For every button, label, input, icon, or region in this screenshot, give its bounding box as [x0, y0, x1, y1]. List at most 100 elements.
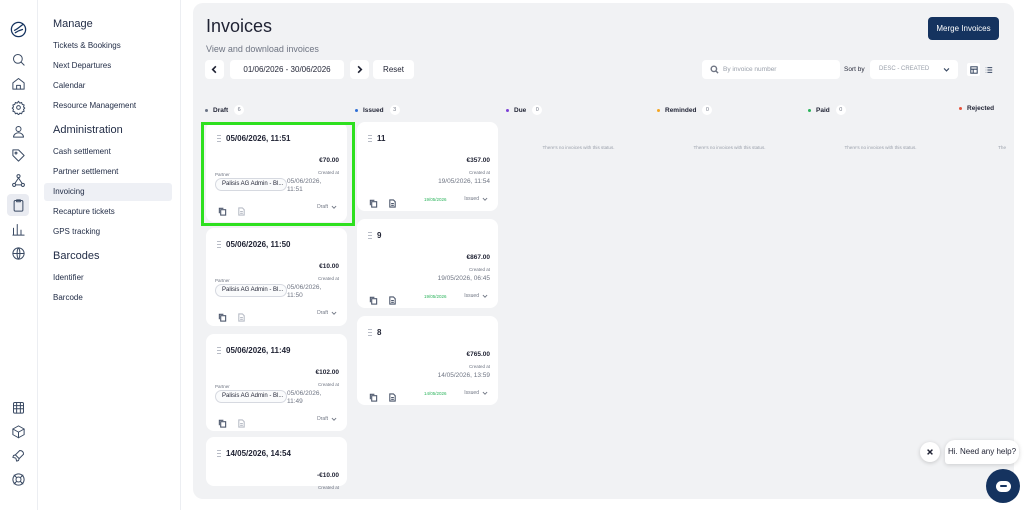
nav-item-recapture-tickets[interactable]: Recapture tickets — [44, 203, 172, 221]
empty-reminded: There's no invoices with this status. — [693, 145, 766, 150]
drag-handle-icon[interactable] — [368, 135, 372, 143]
invoice-amount: €10.00 — [319, 263, 339, 270]
reset-button[interactable]: Reset — [373, 60, 414, 79]
copy-icon[interactable] — [218, 415, 227, 428]
list-view-toggle[interactable] — [982, 63, 995, 76]
document-icon[interactable] — [237, 309, 246, 322]
status-dot — [808, 108, 811, 112]
copy-icon[interactable] — [369, 389, 378, 402]
copy-icon[interactable] — [369, 195, 378, 208]
merge-invoices-button[interactable]: Merge Invoices — [928, 17, 999, 40]
search-input[interactable] — [723, 62, 833, 77]
date-range-button[interactable]: 01/06/2026 - 30/06/2026 — [230, 60, 344, 79]
next-range-button[interactable] — [350, 60, 369, 79]
search-icon — [710, 65, 719, 74]
status-dot — [657, 108, 660, 112]
nav-item-partner-settlement[interactable]: Partner settlement — [44, 163, 172, 181]
chevron-down-icon — [331, 417, 337, 421]
drag-handle-icon[interactable] — [368, 329, 372, 337]
board-view-toggle[interactable] — [967, 63, 980, 76]
invoice-card[interactable]: 05/06/2026, 11:50 €10.00 Partner Created… — [206, 228, 347, 326]
created-date: 19/05/2026, 06:45 — [437, 275, 490, 282]
created-label: Created at — [317, 382, 339, 387]
partner-chip[interactable]: Palisis AG Admin - Bl... — [215, 284, 287, 297]
status-select[interactable]: Draft — [317, 310, 337, 316]
side-nav: Manage Tickets & Bookings Next Departure… — [38, 0, 181, 510]
column-title: Draft — [213, 106, 229, 114]
users-icon[interactable] — [9, 122, 27, 140]
created-label: Created at — [317, 485, 339, 490]
document-icon[interactable] — [388, 389, 397, 402]
status-select[interactable]: Issued — [464, 293, 488, 299]
globe-icon[interactable] — [9, 244, 27, 262]
created-date: 05/06/2026, — [287, 390, 322, 397]
nav-item-next-departures[interactable]: Next Departures — [44, 57, 172, 75]
copy-icon[interactable] — [218, 309, 227, 322]
document-icon[interactable] — [388, 195, 397, 208]
lifebuoy-icon[interactable] — [9, 470, 27, 488]
tag-icon[interactable] — [9, 146, 27, 164]
invoice-title: 9 — [377, 231, 382, 240]
close-help-button[interactable] — [920, 442, 940, 462]
calendar-grid-icon[interactable] — [9, 398, 27, 416]
chevron-left-icon — [211, 65, 217, 74]
logo-icon[interactable] — [7, 18, 29, 40]
invoice-card[interactable]: 05/06/2026, 11:49 €102.00 Partner Create… — [206, 334, 347, 431]
chevron-down-icon — [482, 391, 488, 395]
invoice-card[interactable]: 11 €357.00 Created at 19/05/2026, 11:54 … — [357, 122, 498, 211]
created-label: Created at — [468, 267, 490, 272]
invoice-card[interactable]: 14/05/2026, 14:54 -€10.00 Created at — [206, 437, 347, 490]
search-icon[interactable] — [9, 50, 27, 68]
nav-item-cash-settlement[interactable]: Cash settlement — [44, 143, 172, 161]
invoice-amount: €765.00 — [466, 351, 491, 358]
column-title: Paid — [816, 106, 830, 114]
invoice-title: 14/05/2026, 14:54 — [226, 449, 291, 458]
nav-item-barcode[interactable]: Barcode — [44, 289, 172, 307]
help-bubble[interactable]: Hi. Need any help? — [945, 440, 1019, 464]
nav-item-calendar[interactable]: Calendar — [44, 77, 172, 95]
nav-section-manage: Manage — [53, 18, 93, 30]
nav-item-gps-tracking[interactable]: GPS tracking — [44, 223, 172, 241]
invoice-search — [702, 60, 840, 79]
status-select[interactable]: Issued — [464, 196, 488, 202]
partner-chip[interactable]: Palisis AG Admin - Bl... — [215, 390, 287, 403]
nav-item-identifier[interactable]: Identifier — [44, 269, 172, 287]
chart-icon[interactable] — [9, 220, 27, 238]
column-rejected: Rejected — [959, 105, 994, 112]
rocket-icon[interactable] — [9, 446, 27, 464]
status-select[interactable]: Issued — [464, 390, 488, 396]
drag-handle-icon[interactable] — [217, 241, 221, 249]
invoice-title: 8 — [377, 328, 382, 337]
invoice-card[interactable]: 8 €765.00 Created at 14/05/2026, 13:59 1… — [357, 316, 498, 405]
drag-handle-icon[interactable] — [217, 450, 221, 458]
drag-handle-icon[interactable] — [368, 232, 372, 240]
status-dot — [506, 108, 509, 112]
nav-item-tickets-bookings[interactable]: Tickets & Bookings — [44, 37, 172, 55]
copy-icon[interactable] — [369, 292, 378, 305]
drag-handle-icon[interactable] — [217, 347, 221, 355]
column-count: 3 — [389, 105, 400, 115]
chevron-right-icon — [357, 65, 363, 74]
created-label: Created at — [317, 276, 339, 281]
settings-icon[interactable] — [9, 98, 27, 116]
box-icon[interactable] — [9, 422, 27, 440]
status-value: Issued — [464, 293, 479, 299]
document-icon[interactable] — [237, 415, 246, 428]
invoice-title: 05/06/2026, 11:49 — [226, 346, 291, 355]
nav-item-resource-management[interactable]: Resource Management — [44, 97, 172, 115]
sort-select[interactable]: DESC - CREATED — [870, 60, 958, 79]
nav-section-administration: Administration — [53, 124, 123, 136]
home-icon[interactable] — [9, 74, 27, 92]
close-icon — [927, 449, 933, 455]
network-icon[interactable] — [9, 171, 27, 189]
clipboard-icon[interactable] — [7, 194, 29, 216]
prev-range-button[interactable] — [205, 60, 224, 79]
status-select[interactable]: Draft — [317, 416, 337, 422]
nav-item-invoicing[interactable]: Invoicing — [44, 183, 172, 201]
column-due: Due 0 — [506, 105, 543, 115]
chat-launcher-button[interactable] — [986, 469, 1020, 503]
chevron-down-icon — [482, 294, 488, 298]
document-icon[interactable] — [388, 292, 397, 305]
invoice-card[interactable]: 9 €867.00 Created at 19/05/2026, 06:45 1… — [357, 219, 498, 308]
column-count: 0 — [532, 105, 543, 115]
